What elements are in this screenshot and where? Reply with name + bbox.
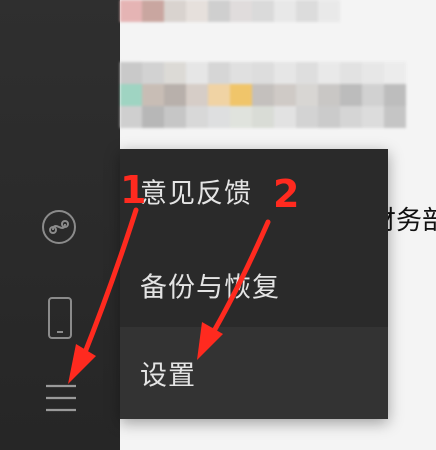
menu-item-settings[interactable]: 设置 [120, 327, 388, 419]
menu-item-label: 设置 [140, 360, 196, 392]
blurred-content-row [120, 62, 406, 128]
menu-item-label: 意见反馈 [140, 178, 252, 210]
menu-item-feedback[interactable]: 意见反馈 [120, 149, 388, 233]
menu-item-backup-restore[interactable]: 备份与恢复 [120, 243, 388, 327]
phone-icon[interactable] [47, 296, 73, 340]
menu-item-label: 备份与恢复 [140, 272, 280, 304]
menu-icon[interactable] [44, 383, 78, 413]
left-sidebar [0, 0, 120, 450]
blurred-content-row [120, 0, 340, 22]
more-menu-popup: 意见反馈 备份与恢复 设置 [120, 149, 388, 419]
mini-program-icon[interactable] [40, 208, 78, 246]
